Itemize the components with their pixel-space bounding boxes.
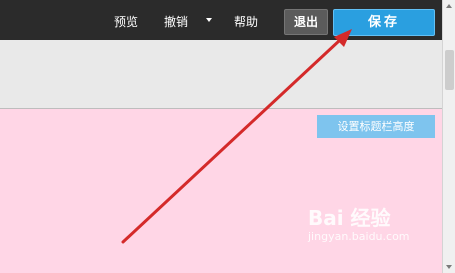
watermark-logo: Bai 经验: [308, 206, 391, 230]
watermark: Bai 经验 jingyan.baidu.com: [298, 198, 438, 258]
watermark-url: jingyan.baidu.com: [308, 230, 410, 243]
